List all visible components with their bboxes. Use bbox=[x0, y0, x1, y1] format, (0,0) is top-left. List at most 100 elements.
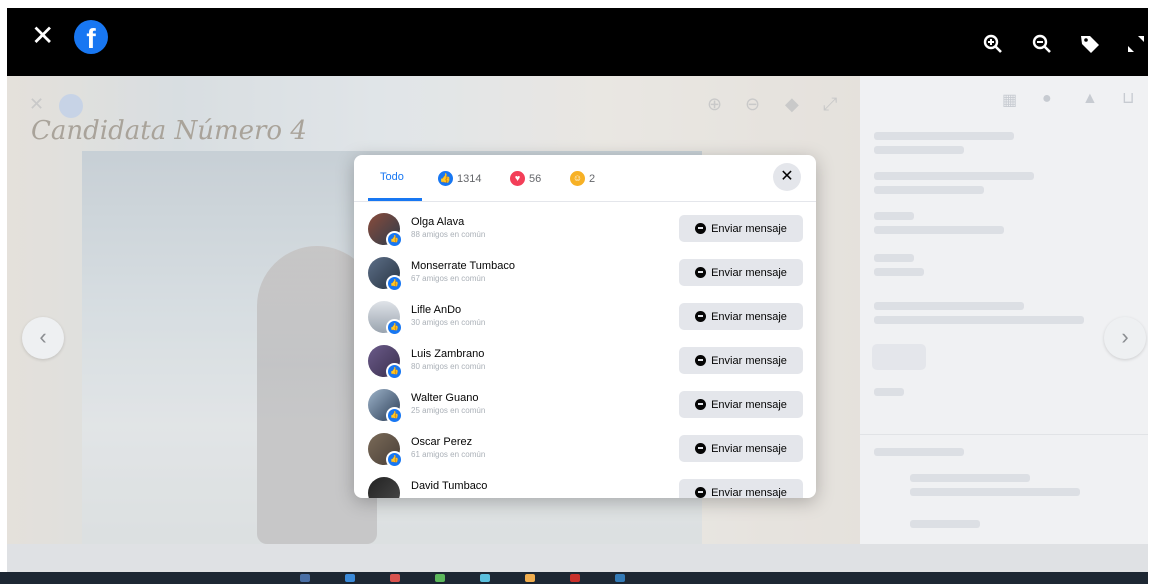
photo-caption: Candidata Número 4 bbox=[31, 116, 307, 146]
send-message-button[interactable]: Enviar mensaje bbox=[679, 391, 803, 418]
taskbar-app-icon[interactable] bbox=[570, 574, 580, 582]
list-item: David Tumbaco Enviar mensaje bbox=[354, 473, 816, 498]
avatar[interactable]: 👍 bbox=[368, 389, 403, 424]
menu-grid-icon: ▦ bbox=[1002, 92, 1018, 109]
list-item: 👍 Lifle AnDo 30 amigos en común Enviar m… bbox=[354, 297, 816, 341]
avatar[interactable]: 👍 bbox=[368, 257, 403, 292]
tag-icon[interactable] bbox=[1078, 32, 1102, 56]
ghost-facebook-logo-icon bbox=[59, 94, 83, 118]
person-name[interactable]: Luis Zambrano bbox=[411, 348, 484, 360]
reactions-tabs: Todo 👍 1314 ♥ 56 ☺ 2 ✕ bbox=[354, 155, 816, 202]
placeholder-line bbox=[910, 488, 1080, 496]
avatar[interactable]: 👍 bbox=[368, 213, 403, 248]
placeholder-line bbox=[874, 132, 1014, 140]
list-item: 👍 Oscar Perez 61 amigos en común Enviar … bbox=[354, 429, 816, 473]
close-viewer-icon[interactable]: ✕ bbox=[31, 22, 54, 50]
list-item: 👍 Monserrate Tumbaco 67 amigos en común … bbox=[354, 253, 816, 297]
person-name[interactable]: Lifle AnDo bbox=[411, 304, 461, 316]
person-name[interactable]: Oscar Perez bbox=[411, 436, 472, 448]
send-message-label: Enviar mensaje bbox=[711, 222, 787, 235]
messenger-icon bbox=[695, 267, 707, 278]
like-reaction-icon: 👍 bbox=[438, 171, 453, 186]
previous-photo-button[interactable]: ‹ bbox=[22, 317, 64, 359]
placeholder-line bbox=[874, 302, 1024, 310]
edit-button-ghost bbox=[872, 344, 926, 370]
person-name[interactable]: Monserrate Tumbaco bbox=[411, 260, 515, 272]
send-message-label: Enviar mensaje bbox=[711, 266, 787, 279]
taskbar-app-icon[interactable] bbox=[525, 574, 535, 582]
placeholder-line bbox=[874, 316, 1084, 324]
send-message-label: Enviar mensaje bbox=[711, 486, 787, 499]
messenger-icon bbox=[695, 223, 707, 234]
send-message-button[interactable]: Enviar mensaje bbox=[679, 303, 803, 330]
send-message-button[interactable]: Enviar mensaje bbox=[679, 347, 803, 374]
send-message-button[interactable]: Enviar mensaje bbox=[679, 479, 803, 498]
send-message-button[interactable]: Enviar mensaje bbox=[679, 259, 803, 286]
divider bbox=[860, 434, 1148, 435]
placeholder-line bbox=[874, 448, 964, 456]
notifications-icon: ▲ bbox=[1082, 90, 1098, 107]
placeholder-line bbox=[874, 226, 1004, 234]
ghost-close-icon: ✕ bbox=[29, 94, 45, 114]
placeholder-line bbox=[910, 474, 1030, 482]
send-message-button[interactable]: Enviar mensaje bbox=[679, 435, 803, 462]
care-reaction-icon: ☺ bbox=[570, 171, 585, 186]
love-reaction-icon: ♥ bbox=[510, 171, 525, 186]
send-message-button[interactable]: Enviar mensaje bbox=[679, 215, 803, 242]
placeholder-line bbox=[874, 172, 1034, 180]
taskbar-app-icon[interactable] bbox=[390, 574, 400, 582]
taskbar-app-icon[interactable] bbox=[480, 574, 490, 582]
close-icon: ✕ bbox=[780, 168, 794, 185]
messenger-icon bbox=[695, 355, 707, 366]
tab-care[interactable]: ☺ 2 bbox=[570, 171, 595, 186]
person-name[interactable]: David Tumbaco bbox=[411, 480, 487, 492]
ghost-zoom-out-icon: ⊖ bbox=[745, 94, 761, 114]
mutual-friends: 88 amigos en común bbox=[411, 230, 486, 239]
list-item: 👍 Walter Guano 25 amigos en común Enviar… bbox=[354, 385, 816, 429]
like-badge-icon: 👍 bbox=[386, 231, 403, 248]
taskbar-app-icon[interactable] bbox=[435, 574, 445, 582]
list-item: 👍 Luis Zambrano 80 amigos en común Envia… bbox=[354, 341, 816, 385]
avatar[interactable]: 👍 bbox=[368, 345, 403, 380]
send-message-label: Enviar mensaje bbox=[711, 398, 787, 411]
avatar[interactable]: 👍 bbox=[368, 301, 403, 336]
tab-like[interactable]: 👍 1314 bbox=[438, 171, 481, 186]
mutual-friends: 80 amigos en común bbox=[411, 362, 486, 371]
active-tab-indicator bbox=[368, 198, 422, 201]
messenger-icon bbox=[695, 399, 707, 410]
tab-all-label: Todo bbox=[380, 171, 404, 183]
taskbar-app-icon[interactable] bbox=[615, 574, 625, 582]
person-name[interactable]: Walter Guano bbox=[411, 392, 478, 404]
like-badge-icon: 👍 bbox=[386, 407, 403, 424]
reactions-list[interactable]: 👍 Olga Alava 88 amigos en común Enviar m… bbox=[354, 202, 816, 498]
tab-like-count: 1314 bbox=[457, 172, 482, 185]
send-message-label: Enviar mensaje bbox=[711, 310, 787, 323]
window-frame-right bbox=[1148, 0, 1155, 584]
next-photo-button[interactable]: › bbox=[1104, 317, 1146, 359]
cart-icon: ⊔ bbox=[1122, 90, 1135, 107]
facebook-logo-icon[interactable]: f bbox=[74, 20, 108, 54]
avatar[interactable]: 👍 bbox=[368, 433, 403, 468]
person-name[interactable]: Olga Alava bbox=[411, 216, 464, 228]
close-dialog-button[interactable]: ✕ bbox=[773, 163, 801, 191]
tab-love[interactable]: ♥ 56 bbox=[510, 171, 541, 186]
ghost-fullscreen-icon: ⤢ bbox=[823, 94, 838, 114]
zoom-out-icon[interactable] bbox=[1030, 32, 1054, 56]
taskbar-app-icon[interactable] bbox=[345, 574, 355, 582]
list-item: 👍 Olga Alava 88 amigos en común Enviar m… bbox=[354, 209, 816, 253]
like-badge-icon: 👍 bbox=[386, 363, 403, 380]
messenger-icon bbox=[695, 487, 707, 498]
tab-love-count: 56 bbox=[529, 172, 542, 185]
fullscreen-icon[interactable] bbox=[1124, 32, 1148, 56]
mutual-friends: 30 amigos en común bbox=[411, 318, 486, 327]
messenger-icon bbox=[695, 443, 707, 454]
bottom-strip bbox=[7, 544, 1148, 572]
tab-all[interactable]: Todo bbox=[380, 171, 404, 183]
send-message-label: Enviar mensaje bbox=[711, 354, 787, 367]
placeholder-line bbox=[874, 186, 984, 194]
placeholder-line bbox=[910, 520, 980, 528]
taskbar-app-icon[interactable] bbox=[300, 574, 310, 582]
zoom-in-icon[interactable] bbox=[981, 32, 1005, 56]
ghost-zoom-in-icon: ⊕ bbox=[707, 94, 723, 114]
avatar[interactable] bbox=[368, 477, 400, 498]
